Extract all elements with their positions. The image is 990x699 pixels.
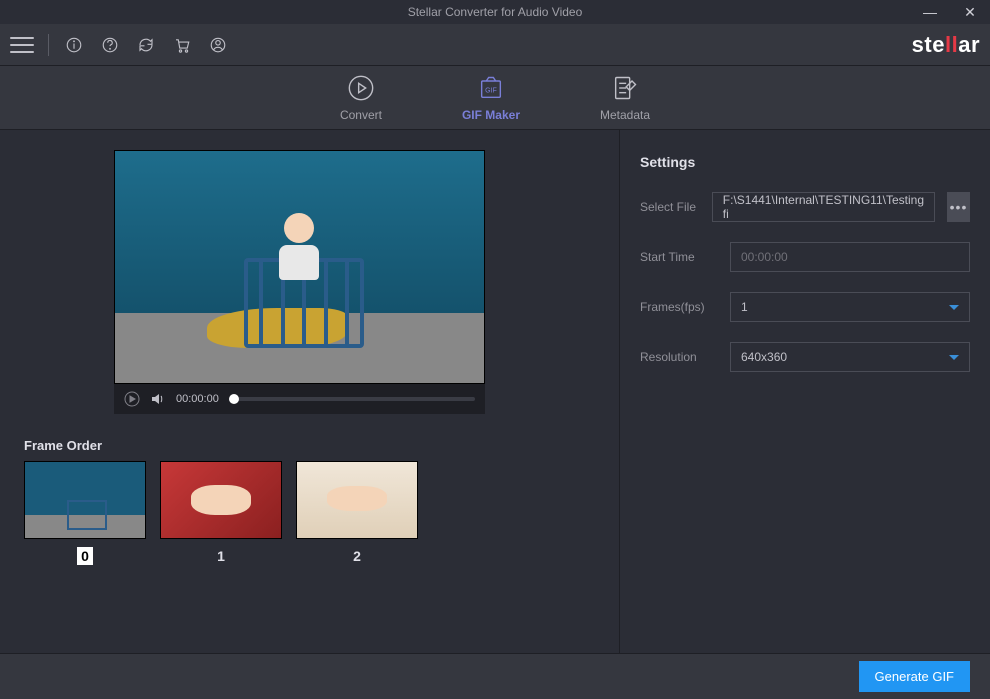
browse-button[interactable]: ••• xyxy=(947,192,970,222)
titlebar: Stellar Converter for Audio Video — ✕ xyxy=(0,0,990,24)
resolution-select[interactable]: 640x360 xyxy=(730,342,970,372)
cart-icon[interactable] xyxy=(171,34,193,56)
frame-thumb-2[interactable]: 2 xyxy=(296,461,418,565)
close-button[interactable]: ✕ xyxy=(950,0,990,24)
settings-panel: Settings Select File F:\S1441\Internal\T… xyxy=(620,130,990,653)
footer: Generate GIF xyxy=(0,653,990,699)
chevron-down-icon xyxy=(949,305,959,310)
metadata-icon xyxy=(611,74,639,102)
select-file-input[interactable]: F:\S1441\Internal\TESTING11\Testing fi xyxy=(712,192,935,222)
gif-icon: GIF xyxy=(477,74,505,102)
play-button[interactable] xyxy=(124,391,140,407)
player-time: 00:00:00 xyxy=(176,393,219,405)
divider xyxy=(48,34,49,56)
volume-button[interactable] xyxy=(150,391,166,407)
frames-select[interactable]: 1 xyxy=(730,292,970,322)
tab-convert[interactable]: Convert xyxy=(340,74,382,122)
tab-gif-maker[interactable]: GIF GIF Maker xyxy=(462,74,520,122)
frames-label: Frames(fps) xyxy=(640,300,718,314)
player-controls: 00:00:00 xyxy=(114,384,485,414)
progress-bar[interactable] xyxy=(229,397,475,401)
frame-thumb-0[interactable]: 0 xyxy=(24,461,146,565)
resolution-label: Resolution xyxy=(640,350,718,364)
frame-order-section: Frame Order 0 1 2 xyxy=(24,438,595,565)
svg-text:GIF: GIF xyxy=(485,87,497,94)
minimize-button[interactable]: — xyxy=(910,0,950,24)
frame-thumb-1[interactable]: 1 xyxy=(160,461,282,565)
toolbar: stellar xyxy=(0,24,990,66)
menu-button[interactable] xyxy=(10,37,34,53)
logo: stellar xyxy=(912,32,980,58)
left-panel: 00:00:00 Frame Order 0 1 2 xyxy=(0,130,620,653)
convert-icon xyxy=(347,74,375,102)
start-time-input[interactable]: 00:00:00 xyxy=(730,242,970,272)
settings-title: Settings xyxy=(640,154,970,170)
frame-order-title: Frame Order xyxy=(24,438,595,453)
tabs: Convert GIF GIF Maker Metadata xyxy=(0,66,990,130)
generate-gif-button[interactable]: Generate GIF xyxy=(859,661,970,692)
info-icon[interactable] xyxy=(63,34,85,56)
app-title: Stellar Converter for Audio Video xyxy=(408,5,583,19)
tab-metadata[interactable]: Metadata xyxy=(600,74,650,122)
help-icon[interactable] xyxy=(99,34,121,56)
video-preview xyxy=(114,150,485,384)
refresh-icon[interactable] xyxy=(135,34,157,56)
chevron-down-icon xyxy=(949,355,959,360)
start-time-label: Start Time xyxy=(640,250,718,264)
main-content: 00:00:00 Frame Order 0 1 2 Set xyxy=(0,130,990,653)
select-file-label: Select File xyxy=(640,200,700,214)
user-icon[interactable] xyxy=(207,34,229,56)
